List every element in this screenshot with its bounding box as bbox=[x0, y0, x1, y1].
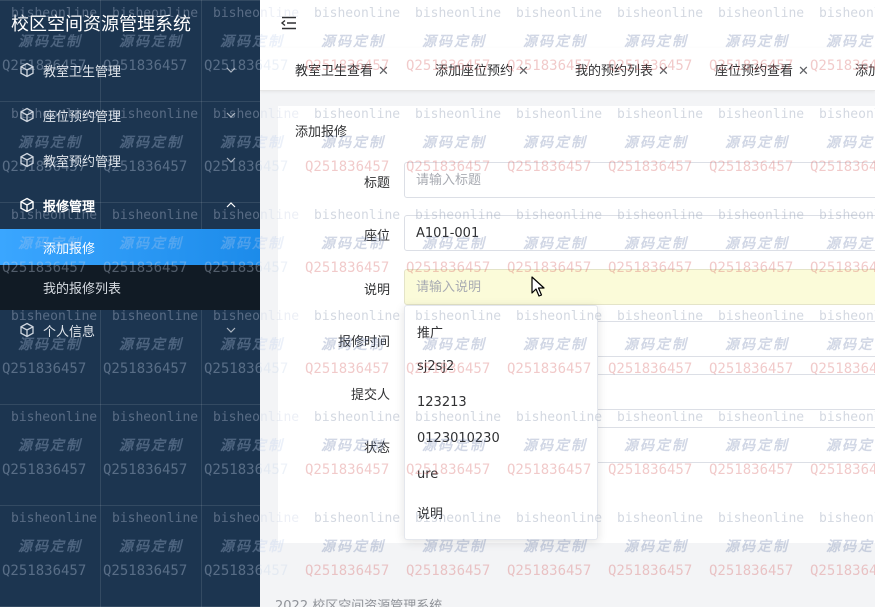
dropdown-option[interactable]: 123213 bbox=[417, 395, 467, 410]
sidebar-item-label: 报修管理 bbox=[43, 199, 96, 215]
sidebar-item-label: 座位预约管理 bbox=[43, 109, 122, 125]
title-input[interactable] bbox=[404, 162, 875, 198]
app-title: 校区空间资源管理系统 bbox=[11, 14, 191, 35]
sidebar-item-repair[interactable]: 报修管理 bbox=[0, 185, 260, 225]
tag-my-bookings[interactable]: 我的预约列表 ✕ bbox=[575, 60, 669, 79]
sidebar: 校区空间资源管理系统 教室卫生管理 座位预约管理 教室预约管理 报修管理 添加报… bbox=[0, 0, 260, 607]
cube-icon bbox=[20, 152, 34, 168]
form-title: 添加报修 bbox=[295, 125, 348, 140]
sidebar-item-label: 教室预约管理 bbox=[43, 154, 122, 170]
dropdown-option[interactable]: sj2sj2 bbox=[417, 359, 454, 374]
chevron-down-icon bbox=[226, 157, 236, 163]
chevron-down-icon bbox=[226, 67, 236, 73]
sidebar-item-classroom-hygiene[interactable]: 教室卫生管理 bbox=[0, 50, 260, 90]
cube-icon bbox=[20, 197, 34, 213]
autocomplete-dropdown: 推广 sj2sj2 123213 0123010230 ure 说明 bbox=[404, 305, 598, 540]
form-label-repair-time: 报修时间 bbox=[337, 335, 390, 350]
tag-label: 教室卫生查看 bbox=[295, 64, 374, 79]
form-label-status: 状态 bbox=[363, 441, 390, 456]
form-label-seat: 座位 bbox=[363, 229, 390, 244]
sidebar-subitem-label: 添加报修 bbox=[43, 241, 96, 257]
collapse-menu-icon[interactable] bbox=[280, 14, 298, 32]
footer-text: 2022 校区空间资源管理系统 bbox=[275, 599, 443, 607]
close-icon[interactable]: ✕ bbox=[798, 64, 809, 79]
sidebar-item-profile[interactable]: 个人信息 bbox=[0, 310, 260, 350]
tag-seat-booking-view[interactable]: 座位预约查看 ✕ bbox=[715, 60, 809, 79]
chevron-up-icon bbox=[226, 202, 236, 208]
chevron-down-icon bbox=[226, 112, 236, 118]
description-input[interactable] bbox=[404, 269, 875, 305]
form-label-submitter: 提交人 bbox=[350, 388, 390, 403]
sidebar-item-label: 教室卫生管理 bbox=[43, 64, 122, 80]
tags-bar: 教室卫生查看 ✕ 添加座位预约 ✕ 我的预约列表 ✕ 座位预约查看 ✕ 添加报修 bbox=[260, 48, 875, 91]
close-icon[interactable]: ✕ bbox=[518, 64, 529, 79]
tag-label: 添加座位预约 bbox=[435, 64, 514, 79]
tag-label: 我的预约列表 bbox=[575, 64, 654, 79]
tag-add-seat-booking[interactable]: 添加座位预约 ✕ bbox=[435, 60, 529, 79]
footer: 2022 校区空间资源管理系统 bbox=[260, 543, 875, 607]
close-icon[interactable]: ✕ bbox=[658, 64, 669, 79]
sidebar-subitem-my-repairs[interactable]: 我的报修列表 bbox=[0, 265, 260, 310]
dropdown-option[interactable]: 推广 bbox=[417, 322, 443, 341]
sidebar-subitem-label: 我的报修列表 bbox=[43, 282, 122, 297]
seat-input[interactable] bbox=[404, 215, 875, 251]
cube-icon bbox=[20, 62, 34, 78]
form-label-description: 说明 bbox=[363, 283, 390, 298]
chevron-down-icon bbox=[226, 327, 236, 333]
cube-icon bbox=[20, 107, 34, 123]
dropdown-option[interactable]: 0123010230 bbox=[417, 431, 500, 446]
sidebar-item-label: 个人信息 bbox=[43, 324, 96, 340]
sidebar-item-seat-booking[interactable]: 座位预约管理 bbox=[0, 95, 260, 135]
sidebar-item-classroom-booking[interactable]: 教室预约管理 bbox=[0, 140, 260, 180]
cube-icon bbox=[20, 322, 34, 338]
sidebar-subitem-add-repair[interactable]: 添加报修 bbox=[0, 229, 260, 265]
tag-classroom-hygiene-view[interactable]: 教室卫生查看 ✕ bbox=[295, 60, 389, 79]
top-bar bbox=[260, 0, 875, 48]
tag-label: 添加报修 bbox=[855, 64, 875, 79]
tag-label: 座位预约查看 bbox=[715, 64, 794, 79]
form-label-title: 标题 bbox=[363, 176, 390, 191]
dropdown-option[interactable]: 说明 bbox=[417, 503, 443, 522]
close-icon[interactable]: ✕ bbox=[378, 64, 389, 79]
tag-add-repair[interactable]: 添加报修 bbox=[855, 60, 875, 79]
dropdown-option[interactable]: ure bbox=[417, 467, 438, 482]
